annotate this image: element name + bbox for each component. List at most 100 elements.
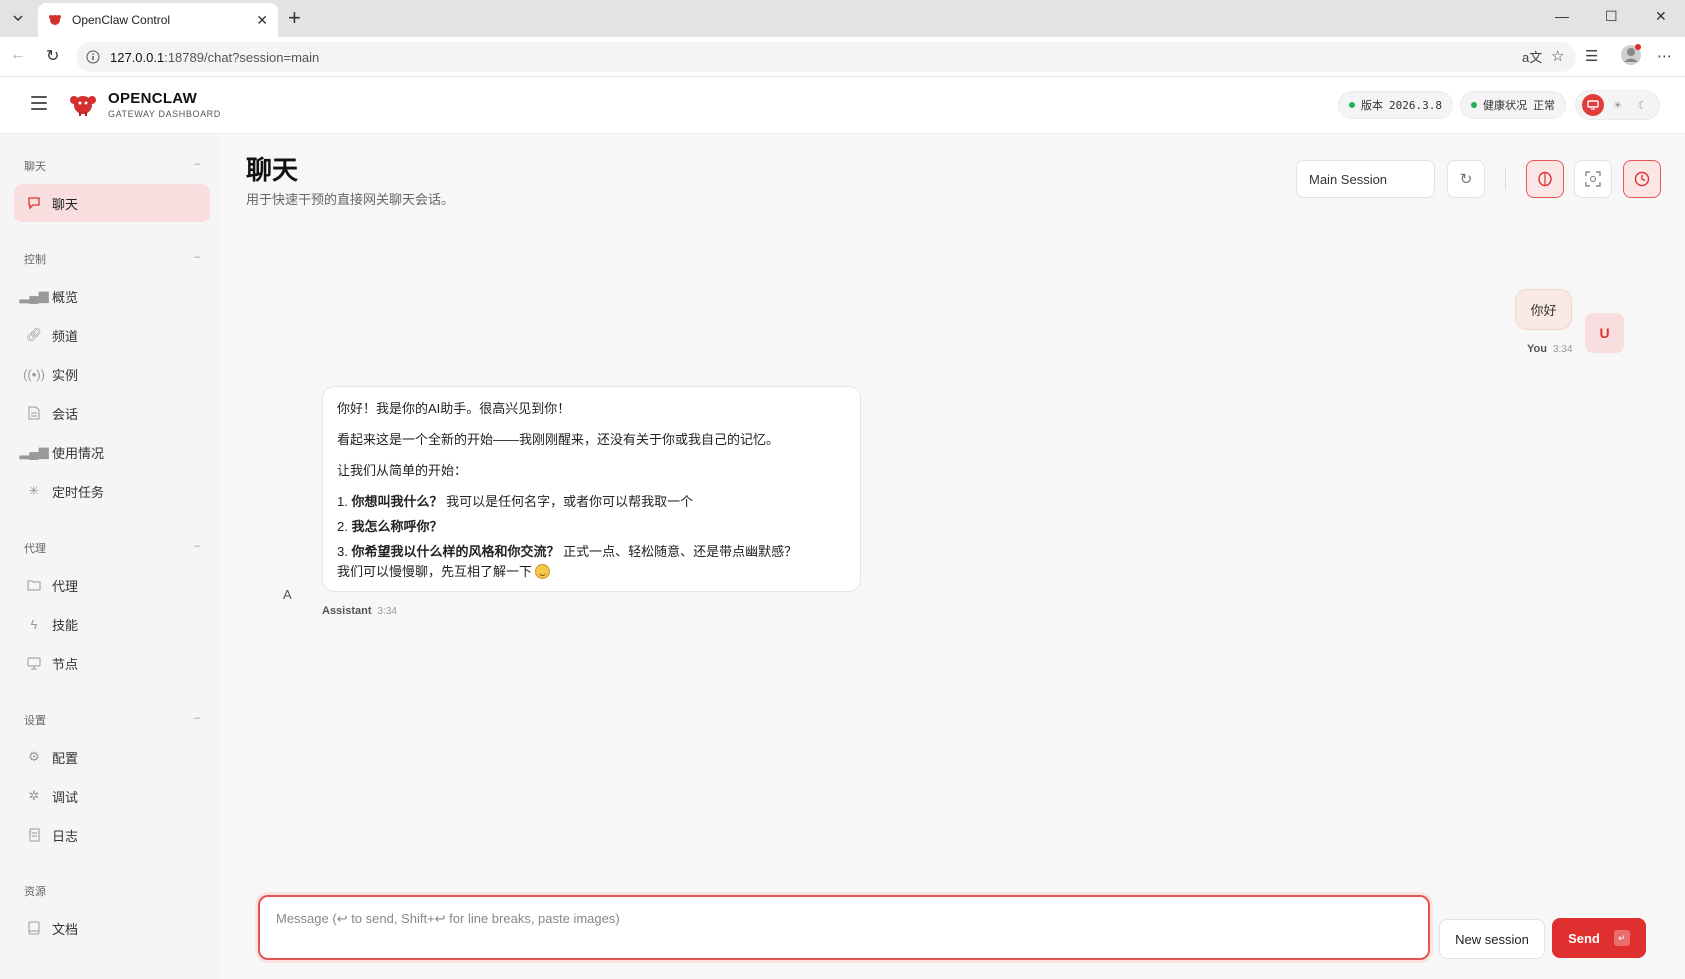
assistant-time: 3:34 — [377, 606, 397, 617]
assistant-paragraph: 让我们从简单的开始： — [337, 463, 468, 478]
list-item: 1. 你想叫我什么？ 我可以是任何名字，或者你可以帮我取一个 — [337, 494, 694, 509]
site-info-icon[interactable] — [86, 50, 100, 64]
sidebar-item-overview[interactable]: ▂▄▆ 概览 — [14, 277, 210, 315]
clock-icon — [1634, 171, 1650, 187]
book-icon — [26, 920, 42, 936]
reload-icon[interactable]: ↻ — [46, 46, 59, 66]
broadcast-icon: ((•)) — [23, 366, 45, 382]
focus-icon — [1585, 171, 1601, 187]
sidebar-section-resources: 资源 — [24, 886, 46, 898]
chat-bubble-icon — [26, 195, 42, 211]
assistant-closing: 我们可以慢慢聊，先互相了解一下 — [337, 562, 846, 582]
browser-tab[interactable]: OpenClaw Control ✕ — [38, 3, 278, 37]
favorites-list-icon[interactable]: ☰ — [1585, 47, 1598, 65]
sidebar-section-settings[interactable]: 设置 – — [24, 712, 200, 728]
refresh-button[interactable]: ↻ — [1447, 160, 1485, 198]
sidebar-item-label: 节点 — [52, 656, 79, 672]
more-menu-icon[interactable]: ⋯ — [1657, 47, 1672, 65]
tab-title: OpenClaw Control — [72, 13, 171, 27]
sidebar-item-docs[interactable]: 文档 — [14, 909, 210, 947]
sidebar-item-label: 代理 — [52, 578, 79, 594]
monitor-theme-icon[interactable] — [1581, 94, 1604, 116]
sidebar-item-instances[interactable]: ((•)) 实例 — [14, 355, 210, 393]
sidebar-section-chat[interactable]: 聊天 – — [24, 158, 200, 174]
focus-mode-button[interactable] — [1574, 160, 1612, 198]
hamburger-menu-icon[interactable] — [31, 96, 47, 110]
toolbar-divider — [1505, 168, 1506, 190]
sidebar-section-agents[interactable]: 代理 – — [24, 540, 200, 556]
sidebar-section-control[interactable]: 控制 – — [24, 251, 200, 267]
sidebar-item-chat[interactable]: 聊天 — [14, 184, 210, 222]
assistant-list: 1. 你想叫我什么？ 我可以是任何名字，或者你可以帮我取一个 2. 我怎么称呼你… — [337, 492, 846, 562]
browser-tabstrip: OpenClaw Control ✕ + — ☐ ✕ — [0, 0, 1685, 37]
sidebar-item-logs[interactable]: 日志 — [14, 816, 210, 854]
monitor-icon — [26, 655, 42, 671]
version-value: 2026.3.8 — [1389, 98, 1442, 112]
sidebar: 聊天 – 聊天 控制 – ▂▄▆ 概览 🔗︎ 频道 ((•)) 实例 会话 ▂▄▆ … — [0, 135, 221, 979]
brain-icon — [1538, 171, 1552, 187]
brand-subtitle: GATEWAY DASHBOARD — [108, 109, 221, 119]
status-dot-icon — [1349, 102, 1355, 108]
session-select[interactable]: Main Session — [1296, 160, 1435, 198]
assistant-message-bubble: 你好！我是你的AI助手。很高兴见到你！ 看起来这是一个全新的开始——我刚刚醒来，… — [322, 386, 861, 592]
sidebar-item-agents[interactable]: 代理 — [14, 566, 210, 604]
list-item: 3. 你希望我以什么样的风格和你交流？ 正式一点、轻松随意、还是带点幽默感？ — [337, 544, 798, 559]
sidebar-item-label: 会话 — [52, 406, 79, 422]
list-item: 2. 我怎么称呼你？ — [337, 519, 443, 534]
version-label: 版本 — [1361, 100, 1383, 112]
back-icon[interactable]: ← — [10, 46, 26, 64]
document-icon — [26, 405, 42, 421]
profile-avatar-icon[interactable] — [1620, 44, 1642, 70]
folder-icon — [26, 577, 42, 593]
sidebar-item-nodes[interactable]: 节点 — [14, 644, 210, 682]
sidebar-item-sessions[interactable]: 会话 — [14, 394, 210, 432]
bug-icon: ✲ — [28, 788, 40, 803]
sidebar-item-usage[interactable]: ▂▄▆ 使用情况 — [14, 433, 210, 471]
close-window-icon[interactable]: ✕ — [1655, 8, 1667, 25]
browser-toolbar: ← ↻ 127.0.0.1:18789/chat?session=main a文… — [0, 37, 1685, 77]
user-message-meta: You 3:34 — [1527, 343, 1572, 355]
sun-theme-icon[interactable]: ☀ — [1607, 94, 1629, 116]
theme-switcher: ☀ ☾ — [1575, 90, 1660, 120]
health-label: 健康状况 — [1483, 100, 1527, 112]
maximize-icon[interactable]: ☐ — [1605, 8, 1618, 25]
new-tab-icon[interactable]: + — [288, 7, 301, 29]
message-input[interactable]: Message (↩ to send, Shift+↩ for line bre… — [258, 895, 1430, 960]
sidebar-item-label: 调试 — [52, 789, 79, 805]
history-button[interactable] — [1623, 160, 1661, 198]
minimize-icon[interactable]: — — [1555, 8, 1569, 24]
sidebar-item-config[interactable]: ⚙ 配置 — [14, 738, 210, 776]
moon-theme-icon[interactable]: ☾ — [1632, 94, 1654, 116]
sidebar-item-label: 频道 — [52, 328, 79, 344]
openclaw-favicon-icon — [49, 15, 61, 25]
bar-chart-icon: ▂▄▆ — [19, 288, 49, 303]
new-session-button[interactable]: New session — [1439, 919, 1545, 959]
health-value: 正常 — [1533, 100, 1555, 112]
sidebar-item-label: 聊天 — [52, 196, 79, 212]
sidebar-item-skills[interactable]: ϟ 技能 — [14, 605, 210, 643]
sidebar-item-label: 定时任务 — [52, 484, 105, 500]
translate-icon[interactable]: a文 — [1522, 47, 1542, 66]
assistant-message-meta: Assistant 3:34 — [322, 605, 397, 617]
thinking-toggle-button[interactable] — [1526, 160, 1564, 198]
favorite-star-icon[interactable]: ☆ — [1551, 47, 1564, 65]
sidebar-item-debug[interactable]: ✲ 调试 — [14, 777, 210, 815]
send-button[interactable]: Send ↵ — [1552, 918, 1646, 958]
user-name: You — [1527, 343, 1547, 355]
refresh-icon: ↻ — [1459, 171, 1473, 188]
assistant-paragraph: 看起来这是一个全新的开始——我刚刚醒来，还没有关于你或我自己的记忆。 — [337, 432, 780, 447]
bar-chart-icon: ▂▄▆ — [19, 444, 49, 459]
send-label: Send — [1568, 930, 1600, 946]
sidebar-item-label: 概览 — [52, 289, 79, 305]
sidebar-item-cron[interactable]: ✳ 定时任务 — [14, 472, 210, 510]
address-bar[interactable]: 127.0.0.1:18789/chat?session=main — [76, 42, 1576, 72]
lightning-icon: ϟ — [30, 616, 38, 632]
user-avatar: U — [1585, 313, 1624, 353]
link-icon: 🔗︎ — [25, 327, 43, 342]
health-pill: 健康状况 正常 — [1460, 91, 1566, 119]
gear-icon: ⚙ — [28, 749, 40, 764]
tab-list-chevron-icon[interactable] — [6, 6, 30, 30]
tab-close-icon[interactable]: ✕ — [256, 12, 268, 29]
loader-icon: ✳ — [28, 483, 40, 498]
sidebar-item-channels[interactable]: 🔗︎ 频道 — [14, 316, 210, 354]
